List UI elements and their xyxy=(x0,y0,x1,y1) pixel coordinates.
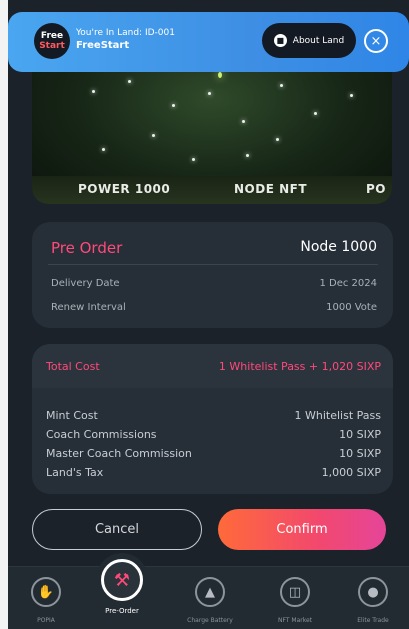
app-frame: POWER 1000 NODE NFT PO Free Start You're… xyxy=(8,0,409,629)
coins-icon: ● xyxy=(358,577,388,607)
delivery-date-label: Delivery Date xyxy=(51,278,120,289)
close-icon[interactable]: × xyxy=(364,29,388,53)
hammer-icon: ⚒ xyxy=(101,559,143,601)
light-dot xyxy=(192,158,195,161)
cart-icon: ◫ xyxy=(280,577,310,607)
nav-item-elite-trade[interactable]: ● Elite Trade xyxy=(343,577,403,624)
total-cost-value: 1 Whitelist Pass + 1,020 SIXP xyxy=(218,360,381,373)
light-dot xyxy=(246,154,249,157)
node-name: Node 1000 xyxy=(300,239,377,255)
lands-tax-value: 1,000 SIXP xyxy=(321,466,381,479)
nav-item-popia[interactable]: ✋ POPIA xyxy=(16,577,76,624)
land-banner: Free Start You're In Land: ID-001 FreeSt… xyxy=(8,12,409,72)
light-dot xyxy=(242,120,245,123)
coach-commissions-label: Coach Commissions xyxy=(46,428,157,441)
freestart-logo: Free Start xyxy=(34,23,70,59)
strip-node-nft: NODE NFT xyxy=(234,182,308,196)
nav-label-nft-market: NFT Market xyxy=(277,617,313,624)
about-land-label: About Land xyxy=(292,35,345,46)
cancel-button[interactable]: Cancel xyxy=(32,509,202,550)
nft-label-strip: POWER 1000 NODE NFT PO xyxy=(32,176,392,204)
light-dot xyxy=(152,134,155,137)
light-dot xyxy=(276,138,279,141)
light-dot xyxy=(314,112,317,115)
nav-item-nft-market[interactable]: ◫ NFT Market xyxy=(265,577,325,624)
lands-tax-label: Land's Tax xyxy=(46,466,104,479)
nav-item-charge-battery[interactable]: ▲ Charge Battery xyxy=(180,577,240,624)
light-dot xyxy=(280,84,283,87)
nav-label-charge-battery: Charge Battery xyxy=(187,617,233,624)
strip-partial: PO xyxy=(366,182,386,196)
coach-commissions-value: 10 SIXP xyxy=(339,428,381,441)
confirm-button[interactable]: Confirm xyxy=(218,509,386,550)
master-coach-commission-label: Master Coach Commission xyxy=(46,447,192,460)
logo-text-start: Start xyxy=(39,41,65,51)
nav-label-popia: POPIA xyxy=(37,617,55,624)
cube-icon: ■ xyxy=(273,34,287,47)
total-cost-header: Total Cost 1 Whitelist Pass + 1,020 SIXP xyxy=(32,344,393,388)
cost-card: Total Cost 1 Whitelist Pass + 1,020 SIXP… xyxy=(32,344,393,494)
light-dot xyxy=(208,92,211,95)
light-dot xyxy=(102,148,105,151)
mint-cost-label: Mint Cost xyxy=(46,409,98,422)
delivery-date-value: 1 Dec 2024 xyxy=(319,278,377,289)
nav-label-elite-trade: Elite Trade xyxy=(357,617,389,624)
light-dot xyxy=(172,104,175,107)
logo-text-free: Free xyxy=(40,31,64,41)
hand-coin-icon: ✋ xyxy=(31,577,61,607)
divider xyxy=(48,264,378,265)
nav-item-pre-order[interactable]: ⚒ Pre-Order xyxy=(92,559,152,615)
flame-icon: ▲ xyxy=(195,577,225,607)
glow-light xyxy=(218,72,222,78)
bottom-nav: ✋ POPIA ⚒ Pre-Order ▲ Charge Battery ◫ N… xyxy=(8,553,409,629)
renew-interval-label: Renew Interval xyxy=(51,302,126,313)
land-info: You're In Land: ID-001 FreeStart xyxy=(76,27,175,52)
light-dot xyxy=(92,90,95,93)
pre-order-title: Pre Order xyxy=(51,239,123,257)
total-cost-label: Total Cost xyxy=(46,360,100,373)
land-id-text: You're In Land: ID-001 xyxy=(76,28,175,38)
nav-label-pre-order: Pre-Order xyxy=(105,607,139,615)
land-name: FreeStart xyxy=(76,40,130,51)
about-land-button[interactable]: ■ About Land xyxy=(262,23,356,58)
light-dot xyxy=(128,80,131,83)
strip-power: POWER 1000 xyxy=(78,182,171,196)
master-coach-commission-value: 10 SIXP xyxy=(339,447,381,460)
renew-interval-value: 1000 Vote xyxy=(326,302,377,313)
mint-cost-value: 1 Whitelist Pass xyxy=(294,409,381,422)
node-nft-image: POWER 1000 NODE NFT PO xyxy=(32,54,392,204)
light-dot xyxy=(350,94,353,97)
pre-order-card: Pre Order Node 1000 Delivery Date 1 Dec … xyxy=(32,222,393,328)
